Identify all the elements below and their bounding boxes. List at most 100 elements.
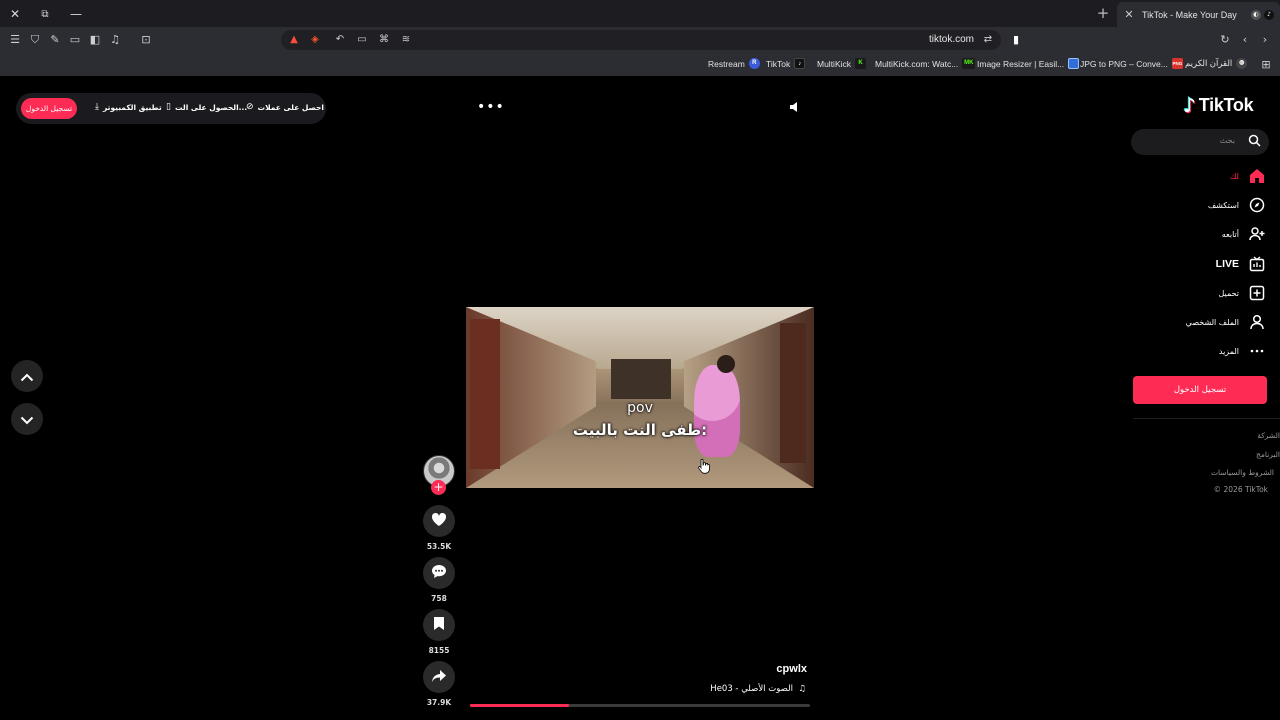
top-actions-bar: تسجيل الدخول ⤓ تطبيق الكمبيوتر ▯ الحصول … (16, 93, 326, 124)
sidebar-divider (1133, 418, 1280, 419)
video-player[interactable]: pov طفى النت بالبيت: (466, 307, 814, 488)
upload-icon (1248, 284, 1266, 302)
bookmark-page-icon[interactable]: ▮ (1009, 33, 1023, 47)
video-frame-corridor (611, 359, 671, 399)
more-icon (1248, 342, 1266, 360)
new-tab-button[interactable]: + (1095, 4, 1111, 22)
tiktok-page: تسجيل الدخول ⤓ تطبيق الكمبيوتر ▯ الحصول … (0, 76, 1280, 720)
multikick-icon: K (855, 58, 867, 69)
sidebar-item-label: المزيد (1218, 346, 1239, 356)
globe-icon: ◍ (1236, 58, 1248, 69)
sidebar-item-for-you[interactable]: لك (1230, 165, 1266, 187)
sidebar-item-more[interactable]: المزيد (1219, 340, 1266, 362)
sidebar-item-live[interactable]: LIVE (1216, 253, 1266, 275)
bookmark-image-resizer[interactable]: Image Resizer | Easil... (977, 58, 1080, 69)
previous-video-button[interactable] (11, 360, 43, 392)
bookmark-quran[interactable]: القرآن الكريم ◍ (1185, 58, 1248, 69)
download-icon: ⤓ (95, 102, 99, 112)
get-app-link[interactable]: ▯ الحصول على الت... (166, 102, 247, 112)
footer-program-link[interactable]: البرنامج (1256, 450, 1280, 459)
menu-icon[interactable]: ☰ (8, 33, 22, 47)
phone-icon: ▯ (166, 102, 171, 112)
music-link[interactable]: He03 - الصوت الأصلي ♫ (640, 684, 806, 694)
comment-count: 758 (431, 594, 447, 603)
get-coins-link[interactable]: ⊘ احصل على عملات (246, 102, 324, 112)
home-icon (1248, 167, 1266, 185)
active-tab[interactable]: ✕ TikTok - Make Your Day ◐ ♪ (1117, 2, 1280, 27)
bookmark-label: القرآن الكريم (1185, 58, 1233, 68)
translate-icon[interactable]: ⌘ (377, 33, 391, 47)
footer-company-link[interactable]: الشركة (1257, 431, 1280, 440)
sidebar-item-profile[interactable]: الملف الشخصي (1186, 311, 1266, 333)
bookmark-multikick-watch[interactable]: MultiKick.com: Watc... MK (875, 58, 976, 69)
sound-icon[interactable] (787, 100, 801, 114)
desktop-app-link[interactable]: ⤓ تطبيق الكمبيوتر (95, 102, 162, 112)
tab-close-icon[interactable]: ✕ (1122, 8, 1136, 21)
more-options-icon[interactable]: ••• (477, 99, 504, 115)
bookmark-multikick[interactable]: MultiKick K (817, 58, 867, 69)
bookmark-label: MultiKick.com: Watc... (875, 58, 959, 69)
forward-icon[interactable]: › (1258, 33, 1272, 47)
reader-icon[interactable]: ≋ (399, 33, 413, 47)
video-progress-bar[interactable] (470, 704, 810, 707)
get-coins-label: احصل على عملات (257, 102, 324, 112)
hand-cursor-icon (698, 458, 710, 474)
next-video-button[interactable] (11, 403, 43, 435)
video-caption-line-2: طفى النت بالبيت: (572, 421, 708, 439)
brave-shield-icon[interactable]: ◈ (308, 33, 322, 47)
comment-button[interactable] (423, 557, 455, 589)
image-resizer-icon (1068, 58, 1080, 69)
sidebar-item-label: الملف الشخصي (1185, 317, 1239, 327)
sidebar-item-label: استكشف (1207, 200, 1239, 210)
bookmark-jpg-to-png[interactable]: JPG to PNG – Conve... PNG (1080, 58, 1183, 69)
search-icon[interactable] (1248, 134, 1261, 151)
minimize-window-icon[interactable]: — (67, 5, 85, 23)
search-input[interactable]: بحث (1131, 129, 1269, 155)
search-placeholder: بحث (1219, 136, 1235, 145)
bookmark-restream[interactable]: Restream R (708, 58, 760, 69)
chevron-down-icon (20, 410, 34, 429)
video-progress-fill (470, 704, 569, 707)
header-login-button[interactable]: تسجيل الدخول (21, 98, 77, 119)
site-settings-icon[interactable]: ⇄ (981, 33, 995, 47)
restore-window-icon[interactable]: ⧉ (36, 5, 54, 23)
warning-icon[interactable]: ▲ (287, 33, 301, 47)
apps-grid-icon[interactable]: ⊞ (1259, 58, 1273, 72)
compass-icon (1248, 196, 1266, 214)
laptop-icon[interactable]: ▭ (355, 33, 369, 47)
back-icon[interactable]: ‹ (1238, 33, 1252, 47)
bookmark-tiktok[interactable]: TikTok ♪ (766, 58, 806, 69)
follow-plus-icon[interactable]: + (431, 480, 446, 495)
desktop-app-label: تطبيق الكمبيوتر (102, 102, 162, 112)
tabs-icon[interactable]: ▭ (68, 33, 82, 47)
sidebar-item-upload[interactable]: تحميل (1219, 282, 1267, 304)
music-player-icon[interactable]: ♫ (108, 33, 122, 47)
bookmark-button[interactable] (423, 609, 455, 641)
video-frame-right-door (780, 323, 806, 463)
undo-icon[interactable]: ↶ (333, 33, 347, 47)
shield-icon[interactable]: ⛉ (28, 33, 42, 47)
screenshot-icon[interactable]: ⊡ (139, 33, 153, 47)
address-bar[interactable]: ▲ ◈ ↶ ▭ ⌘ ≋ tiktok.com ⇄ (281, 30, 1001, 50)
get-app-label: الحصول على الت... (174, 102, 248, 112)
sidebar-login-button[interactable]: تسجيل الدخول (1133, 376, 1267, 404)
tab-title: TikTok - Make Your Day (1142, 9, 1237, 20)
share-button[interactable] (423, 661, 455, 693)
video-frame-left-door (470, 319, 500, 469)
video-author[interactable]: cpwlx (700, 663, 807, 675)
like-button[interactable] (423, 505, 455, 537)
tiktok-favicon-icon: ♪ (1264, 9, 1274, 20)
close-window-icon[interactable]: ✕ (6, 5, 24, 23)
sidebar-item-label: تحميل (1218, 288, 1240, 298)
url-text[interactable]: tiktok.com (929, 34, 974, 45)
reload-icon[interactable]: ↻ (1218, 33, 1232, 47)
pin-icon[interactable]: ✎ (48, 33, 62, 47)
following-icon (1248, 225, 1266, 243)
footer-terms-link[interactable]: الشروط والسياسات (1211, 468, 1274, 477)
sidebar-item-explore[interactable]: استكشف (1208, 194, 1266, 216)
sidebar-item-following[interactable]: أتابعه (1222, 223, 1266, 245)
tab-audio-icon[interactable]: ◐ (1251, 9, 1261, 20)
sidebar-toggle-icon[interactable]: ◧ (88, 33, 102, 47)
bookmarks-bar: Restream R TikTok ♪ MultiKick K MultiKic… (0, 54, 1280, 76)
tiktok-logo[interactable]: ♪ TikTok (1183, 93, 1254, 117)
